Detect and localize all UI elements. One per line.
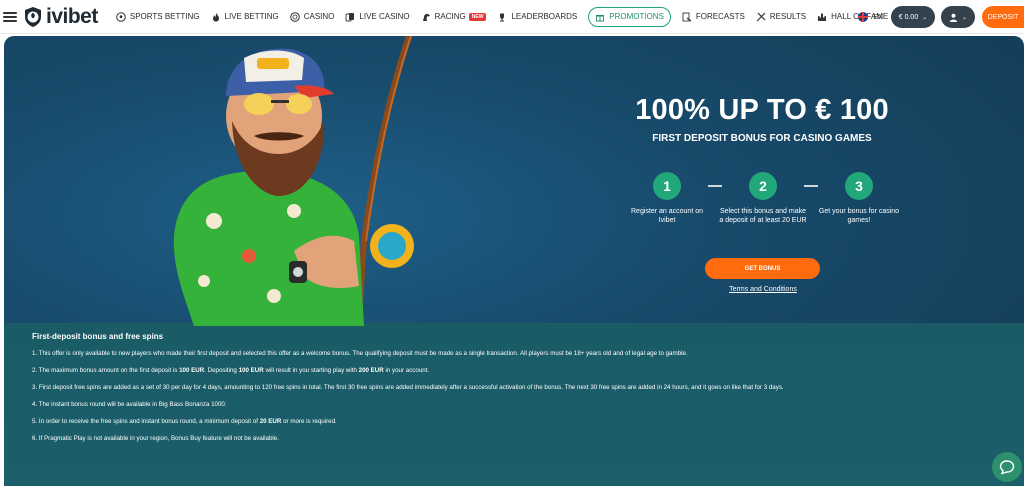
nav-forecasts[interactable]: FORECASTS [682,7,745,27]
nav-results[interactable]: RESULTS [756,7,806,27]
bonus-steps: 1 Register an account on Ivibet 2 Select… [622,172,902,252]
nav-label: LEADERBOARDS [511,12,578,21]
rule-1: 1. This offer is only available to new p… [32,350,688,357]
rule-2: 2. The maximum bonus amount on the first… [32,367,992,375]
horse-icon [422,13,430,21]
logo[interactable]: ivibet [23,5,98,29]
step-2: 2 Select this bonus and make a deposit o… [718,172,808,225]
nav-label: PROMOTIONS [609,12,664,21]
deposit-label: DEPOSIT [987,13,1019,21]
chevron-down-icon: ⌄ [922,14,928,21]
step-text: Register an account on Ivibet [631,208,703,224]
rule-text: 5. In order to receive the free spins an… [32,418,260,425]
rule-amount: 20 EUR [259,418,282,425]
nav-label: SPORTS BETTING [129,12,200,21]
offer-subtitle: FIRST DEPOSIT BONUS FOR CASINO GAMES [652,133,872,144]
nav-label: FORECASTS [695,12,745,21]
language-label: EN [873,13,883,21]
chat-button[interactable] [992,452,1022,482]
language-selector[interactable]: EN [858,12,883,22]
gift-icon [596,14,605,21]
rule-text: 2. The maximum bonus amount on the first… [32,367,180,374]
promotion-hero: 100% UP TO € 100 FIRST DEPOSIT BONUS FOR… [4,36,1024,486]
bonus-rules: First-deposit bonus and free spins 1. Th… [32,332,992,452]
top-navigation-bar: ivibet SPORTS BETTING LIVE BETTING CASIN… [0,0,1024,34]
trophy-icon [500,13,505,21]
step-number: 1 [653,172,681,200]
rule-text: in your account. [383,367,430,374]
offer-title: 100% UP TO € 100 [635,94,889,126]
user-icon [949,13,958,22]
nav-leaderboards[interactable]: LEADERBOARDS [497,7,577,27]
shield-logo-icon [25,6,41,27]
step-text: Get your bonus for casino games! [818,208,900,224]
nav-label: RACING [434,12,466,21]
nav-live-betting[interactable]: LIVE BETTING [211,7,279,27]
step-text: Select this bonus and make a deposit of … [719,208,807,224]
soccer-ball-icon [116,11,126,22]
nav-sports-betting[interactable]: SPORTS BETTING [116,7,200,27]
step-number: 2 [749,172,777,200]
get-bonus-button[interactable]: GET BONUS [705,258,820,279]
chip-icon [289,11,300,22]
fisherman-character-illustration [173,36,414,326]
rules-heading: First-deposit bonus and free spins [32,332,164,341]
rule-amount: 100 EUR [238,367,264,374]
rule-amount: 100 EUR [179,367,205,374]
fire-icon [212,12,219,21]
rule-5: 5. In order to receive the free spins an… [32,418,992,426]
nav-casino[interactable]: CASINO [289,7,335,27]
rule-6: 6. If Pragmatic Play is not available in… [32,435,279,442]
balance-button[interactable]: € 0.00 ⌄ [891,6,935,28]
nav-label: LIVE CASINO [359,12,410,21]
uk-flag-icon [858,12,869,22]
rule-4: 4. The instant bonus round will be avail… [32,401,227,408]
forecast-icon [682,12,692,21]
step-1: 1 Register an account on Ivibet [622,172,712,225]
live-cards-icon [345,12,355,21]
terms-link[interactable]: Terms and Conditions [694,286,832,293]
balance-value: € 0.00 [898,13,919,21]
new-badge: NEW [468,12,487,21]
header-tools: EN € 0.00 ⌄ ⌄ DEPOSIT [858,0,1024,34]
rule-amount: 200 EUR [358,367,384,374]
rule-3: 3. First deposit free spins are added as… [32,384,784,391]
rule-text: will result in you starting play with [263,367,359,374]
chat-bubble-icon [999,460,1015,475]
rule-text: or more is required. [281,418,337,425]
chevron-down-icon: ⌄ [961,14,968,21]
rule-text: . Depositing [204,367,239,374]
nav-label: LIVE BETTING [224,12,279,21]
results-icon [756,12,766,21]
step-number: 3 [845,172,873,200]
user-menu-button[interactable]: ⌄ [941,6,975,28]
brand-name: ivibet [46,4,98,28]
nav-live-casino[interactable]: LIVE CASINO [345,7,410,27]
main-nav: SPORTS BETTING LIVE BETTING CASINO LIVE … [116,6,899,27]
deposit-button[interactable]: DEPOSIT [982,6,1024,28]
nav-label: CASINO [303,12,335,21]
step-3: 3 Get your bonus for casino games! [814,172,904,225]
castle-icon [818,12,827,21]
menu-icon[interactable] [3,11,17,22]
nav-racing[interactable]: RACING NEW [421,7,487,27]
nav-label: RESULTS [769,12,807,21]
nav-promotions[interactable]: PROMOTIONS [588,6,671,27]
